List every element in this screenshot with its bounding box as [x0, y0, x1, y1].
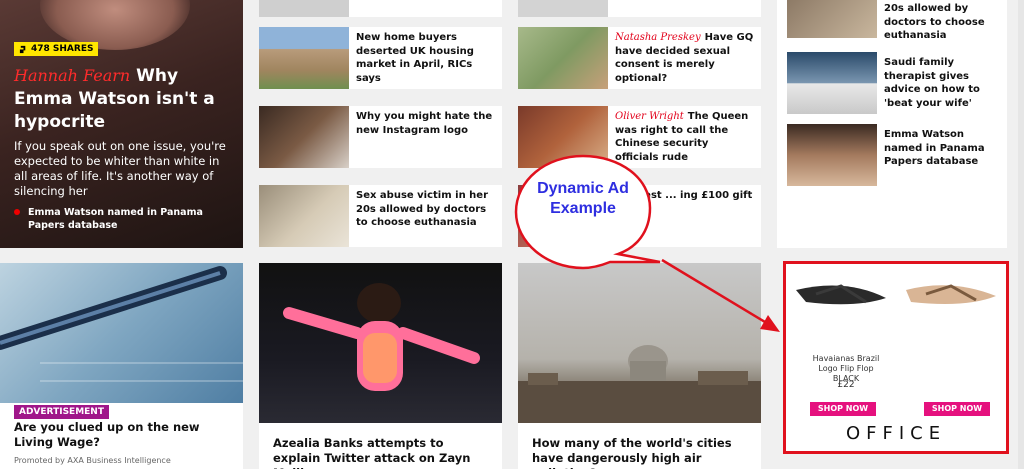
list-item-title[interactable]: Why you might hate the new Instagram log… — [356, 110, 496, 137]
callout-text: Dynamic Ad Example — [537, 180, 629, 217]
list-item[interactable]: 20s allowed by doctors to choose euthana… — [787, 0, 1005, 38]
thumbnail — [787, 124, 877, 186]
list-item-title[interactable]: New home buyers deserted UK housing mark… — [356, 31, 496, 85]
list-item[interactable]: Sex abuse victim in her 20s allowed by d… — [259, 185, 502, 247]
pen-illustration — [0, 266, 243, 382]
list-item-title[interactable]: 20s allowed by doctors to choose euthana… — [884, 2, 999, 38]
list-item[interactable]: Natasha Preskey Have GQ have decided sexu… — [518, 27, 761, 89]
list-item[interactable] — [518, 0, 761, 17]
feature-headline[interactable]: Hannah Fearn Why Emma Watson isn't a hyp… — [14, 64, 234, 134]
list-item[interactable]: Oliver Wright The Queen was right to call… — [518, 106, 761, 168]
share-icon — [19, 45, 26, 53]
thumbnail — [787, 52, 877, 114]
story-card[interactable]: How many of the world's cities have dang… — [518, 263, 761, 469]
story-title[interactable]: How many of the world's cities have dang… — [532, 436, 751, 469]
callout-arrowhead — [760, 315, 780, 332]
feature-author[interactable]: Hannah Fearn — [14, 66, 130, 85]
thumbnail — [259, 0, 349, 17]
list-item[interactable]: Saudi family therapist gives advice on h… — [787, 52, 1005, 114]
flip-flops-illustration — [796, 284, 996, 305]
feature-card[interactable]: 478 SHARES Hannah Fearn Why Emma Watson … — [0, 0, 243, 248]
thumbnail — [259, 27, 349, 89]
thumbnail — [787, 0, 877, 38]
list-item[interactable] — [259, 0, 502, 17]
scrollbar[interactable] — [1018, 0, 1024, 469]
advertisement-badge: ADVERTISEMENT — [14, 405, 109, 419]
shop-now-button[interactable]: SHOP NOW — [810, 402, 876, 416]
promoted-by-label: Promoted by AXA Business Intelligence — [14, 456, 171, 465]
thumbnail — [518, 27, 608, 89]
story-card[interactable]: Azealia Banks attempts to explain Twitte… — [259, 263, 502, 469]
feature-standfirst: If you speak out on one issue, you're ex… — [14, 139, 226, 198]
sponsored-image — [0, 263, 243, 403]
ad-product-price: £22 — [837, 380, 855, 390]
list-item-title[interactable]: Saudi family therapist gives advice on h… — [884, 56, 999, 110]
thumbnail — [518, 106, 608, 168]
list-item-author[interactable]: Oliver Wright — [615, 111, 684, 122]
shares-count: 478 SHARES — [31, 44, 94, 54]
performer-illustration — [283, 283, 480, 391]
list-item[interactable]: Why you might hate the new Instagram log… — [259, 106, 502, 168]
thumbnail — [259, 185, 349, 247]
thumbnail — [259, 106, 349, 168]
list-item-title[interactable]: Natasha Preskey Have GQ have decided sexu… — [615, 31, 755, 85]
list-item-title[interactable]: Emma Watson named in Panama Papers datab… — [884, 128, 999, 169]
list-item[interactable]: New home buyers deserted UK housing mark… — [259, 27, 502, 89]
story-title[interactable]: Azealia Banks attempts to explain Twitte… — [273, 436, 492, 469]
shop-now-button[interactable]: SHOP NOW — [924, 402, 990, 416]
shares-badge: 478 SHARES — [14, 42, 99, 56]
list-item[interactable]: Emma Watson named in Panama Papers datab… — [787, 124, 1005, 186]
city-illustration — [518, 345, 761, 423]
feature-related-link[interactable]: Emma Watson named in Panama Papers datab… — [14, 206, 236, 232]
sponsored-card[interactable]: ADVERTISEMENT Are you clued up on the ne… — [0, 263, 243, 469]
page: 478 SHARES Hannah Fearn Why Emma Watson … — [0, 0, 1024, 469]
list-item-title[interactable]: Oliver Wright The Queen was right to call… — [615, 110, 755, 164]
list-item-title[interactable]: Sex abuse victim in her 20s allowed by d… — [356, 189, 496, 230]
ad-brand-logo[interactable]: OFFICE — [786, 423, 1006, 444]
story-image — [518, 263, 761, 423]
dynamic-ad[interactable]: Havaianas Brazil Logo Flip Flop BLACK £2… — [783, 261, 1009, 454]
thumbnail — [518, 0, 608, 17]
list-item-author[interactable]: Natasha Preskey — [615, 32, 701, 43]
story-image — [259, 263, 502, 423]
sponsored-title[interactable]: Are you clued up on the new Living Wage? — [14, 420, 234, 450]
